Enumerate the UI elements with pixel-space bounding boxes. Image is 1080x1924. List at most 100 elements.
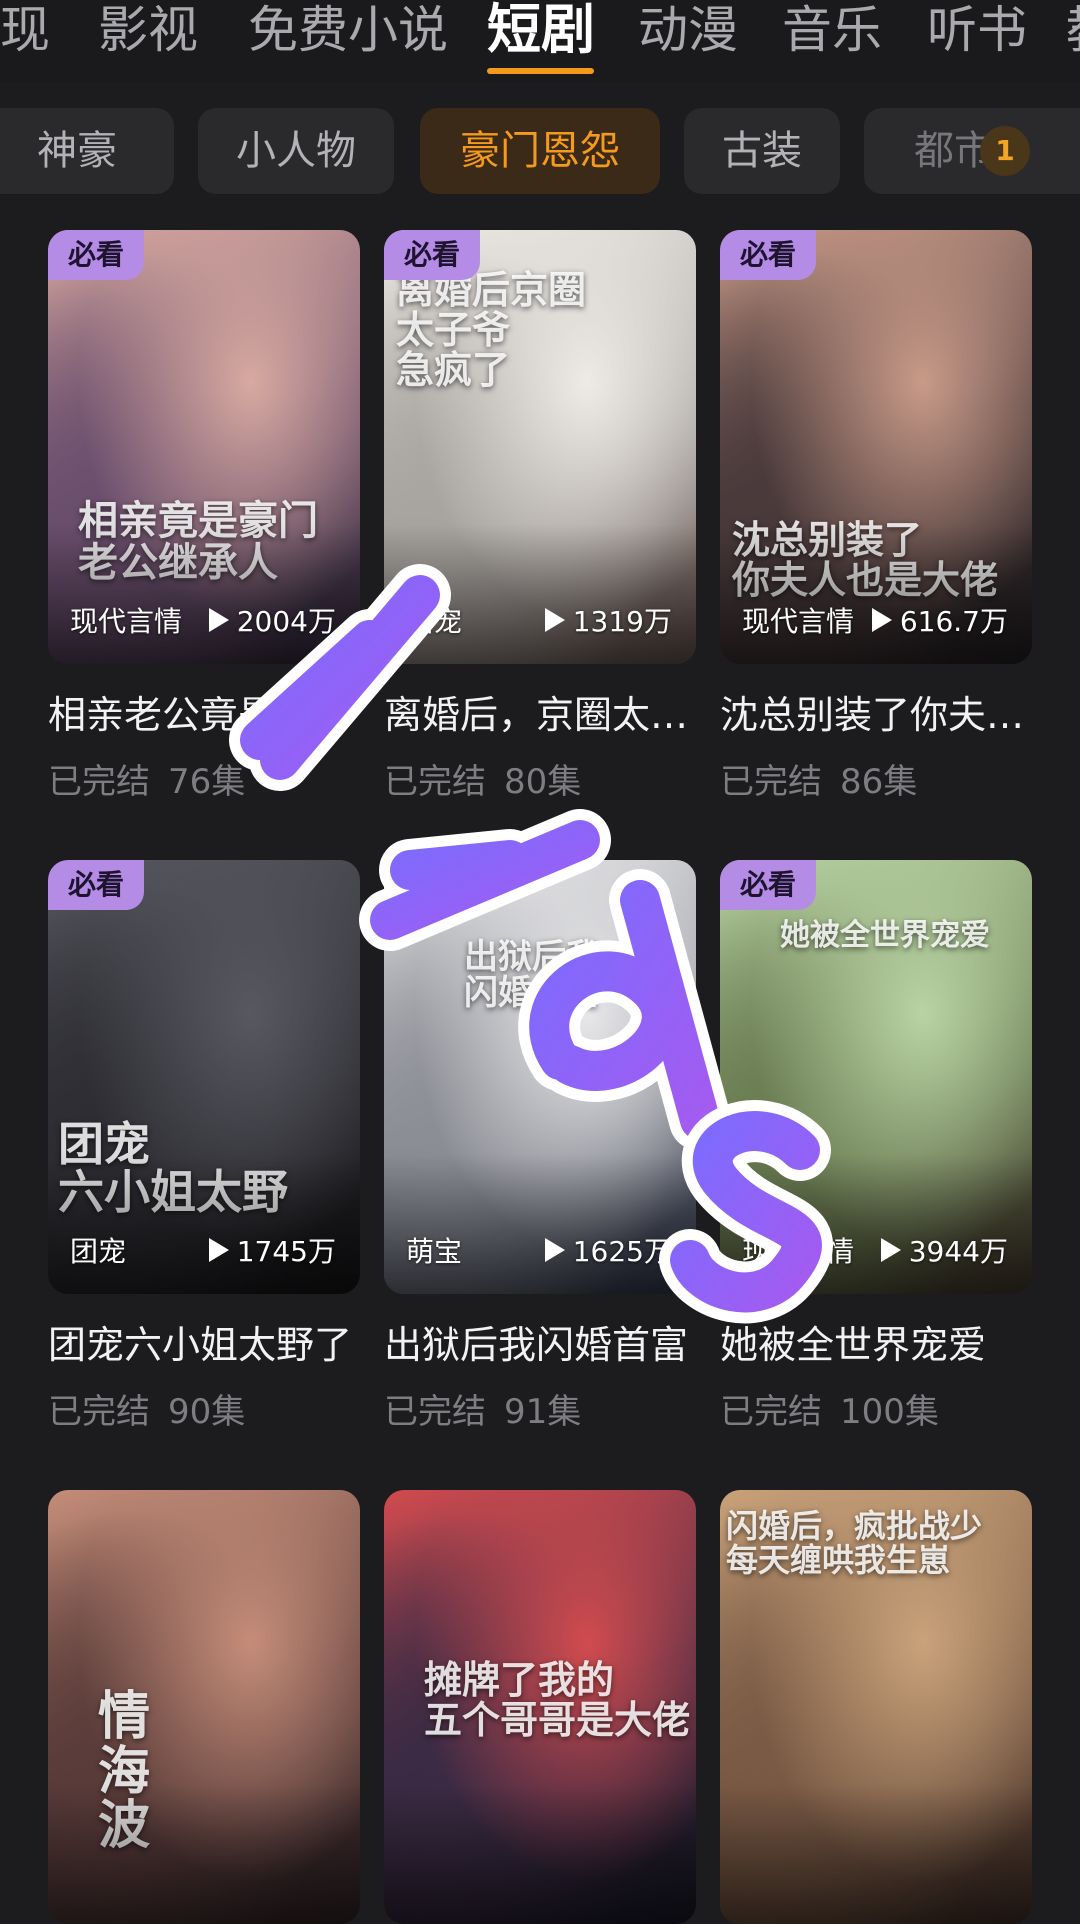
play-count-value: 1745万 [236, 1235, 336, 1268]
play-icon [208, 608, 229, 632]
drama-card[interactable]: 出狱后我 闪婚首富萌宝 1625万出狱后我闪婚首富已完结 91集 [384, 860, 696, 1433]
chip-costume[interactable]: 古装 [684, 108, 840, 194]
play-count-value: 1319万 [572, 605, 672, 638]
episode-count: 80集 [504, 762, 582, 802]
genre-label: 团宠 [70, 1235, 127, 1268]
play-count: 1625万 [544, 1230, 672, 1270]
drama-meta: 已完结 90集 [48, 1384, 360, 1433]
tab-short-drama[interactable]: 短剧 [487, 0, 595, 60]
poster-title-art: 她被全世界宠爱 [780, 918, 990, 953]
poster-gradient [48, 524, 360, 664]
active-tab-indicator [487, 68, 594, 74]
play-count-value: 616.7万 [899, 605, 1008, 638]
play-icon [544, 1238, 565, 1262]
drama-meta: 已完结 86集 [720, 754, 1032, 803]
poster-gradient [384, 1154, 696, 1294]
tab-audiobooks[interactable]: 听书 [927, 0, 1027, 60]
tab-anime[interactable]: 动漫 [638, 0, 738, 60]
drama-title[interactable]: 她被全世界宠爱 [720, 1320, 1032, 1370]
chip-tycoon[interactable]: 神豪 [0, 108, 174, 194]
must-watch-badge: 必看 [48, 230, 144, 280]
drama-card[interactable]: 沈总别装了 你夫人也是大佬必看现代言情616.7万沈总别装了你夫人也是大佬已完结… [720, 230, 1032, 803]
episode-count: 100集 [840, 1392, 939, 1432]
drama-title[interactable]: 相亲老公竟是豪门继承人 [48, 690, 360, 740]
episode-count: 86集 [840, 762, 918, 802]
completion-status: 已完结 [384, 762, 486, 802]
drama-card[interactable]: 摊牌了我的 五个哥哥是大佬 [384, 1490, 696, 1924]
drama-poster[interactable]: 情 海 波 [48, 1490, 360, 1924]
must-watch-badge: 必看 [720, 860, 816, 910]
top-tab-bar: 现 影视 免费小说 短剧 动漫 音乐 听书 教 [0, 0, 1080, 82]
drama-poster[interactable]: 相亲竟是豪门 老公继承人必看现代言情2004万 [48, 230, 360, 664]
drama-poster[interactable]: 离婚后京圈 太子爷 急疯了 必看甜宠 1319万 [384, 230, 696, 664]
drama-title[interactable]: 团宠六小姐太野了 [48, 1320, 360, 1370]
poster-gradient [384, 1784, 696, 1924]
play-count: 2004万 [208, 600, 336, 640]
poster-title-art: 闪婚后，疯批战少 每天缠哄我生崽 [726, 1507, 983, 1579]
chip-wealthy-family-feud[interactable]: 豪门恩怨 [420, 108, 660, 194]
genre-label: 甜宠 [406, 605, 463, 638]
tab-movies-tv[interactable]: 影视 [98, 0, 198, 60]
episode-count: 91集 [504, 1392, 582, 1432]
drama-poster[interactable]: 闪婚后，疯批战少 每天缠哄我生崽 [720, 1490, 1032, 1924]
tab-free-novels[interactable]: 免费小说 [248, 0, 448, 60]
drama-card[interactable]: 团宠 六小姐太野必看团宠1745万团宠六小姐太野了已完结90集 [48, 860, 360, 1433]
episode-count: 90集 [168, 1392, 246, 1432]
drama-card[interactable]: 她被全世界宠爱 必看 现代言情 3944万 她被全世界宠爱 已完结 100集 [720, 860, 1032, 1433]
play-count: 1745万 [208, 1230, 336, 1270]
genre-label: 现代言情 [70, 605, 183, 638]
drama-meta: 已完结 76集 [48, 754, 360, 803]
genre-label: 现代言情 [742, 605, 855, 638]
chip-ordinary-people[interactable]: 小人物 [198, 108, 394, 194]
drama-poster[interactable]: 沈总别装了 你夫人也是大佬必看现代言情616.7万 [720, 230, 1032, 664]
genre-label: 现代言情 [742, 1235, 855, 1268]
play-count-value: 2004万 [236, 605, 336, 638]
drama-meta: 已完结 80集 [384, 754, 696, 803]
poster-gradient [48, 1784, 360, 1924]
play-count: 3944万 [880, 1230, 1008, 1270]
must-watch-badge: 必看 [720, 230, 816, 280]
drama-card[interactable]: 离婚后京圈 太子爷 急疯了必看甜宠 1319万离婚后，京圈太子爷急疯了已完结 80集 [384, 230, 696, 803]
poster-gradient [720, 1154, 1032, 1294]
completion-status: 已完结 [48, 762, 150, 802]
drama-card[interactable]: 闪婚后，疯批战少 每天缠哄我生崽 [720, 1490, 1032, 1924]
poster-gradient [720, 1784, 1032, 1924]
poster-gradient [48, 1154, 360, 1294]
drama-poster[interactable]: 她被全世界宠爱 必看现代言情 3944万 [720, 860, 1032, 1294]
completion-status: 已完结 [720, 1392, 822, 1432]
poster-title-art: 摊牌了我的 五个哥哥是大佬 [424, 1657, 691, 1742]
play-count-value: 3944万 [908, 1235, 1008, 1268]
drama-meta: 已完结 91集 [384, 1384, 696, 1433]
drama-title[interactable]: 出狱后我闪婚首富 [384, 1320, 696, 1370]
drama-poster[interactable]: 摊牌了我的 五个哥哥是大佬 [384, 1490, 696, 1924]
tab-partial-left[interactable]: 现 [0, 0, 50, 60]
chip-urban[interactable]: 都市 [864, 108, 1080, 194]
must-watch-badge: 必看 [384, 230, 480, 280]
must-watch-badge: 必看 [48, 860, 144, 910]
episode-count: 76集 [168, 762, 246, 802]
drama-title[interactable]: 沈总别装了你夫人也是大佬 [720, 690, 1032, 740]
drama-poster[interactable]: 团宠 六小姐太野必看团宠1745万 [48, 860, 360, 1294]
drama-poster[interactable]: 出狱后我 闪婚首富萌宝 1625万 [384, 860, 696, 1294]
drama-card[interactable]: 情 海 波 [48, 1490, 360, 1924]
play-count-value: 1625万 [572, 1235, 672, 1268]
genre-label: 萌宝 [406, 1235, 463, 1268]
play-icon [544, 608, 565, 632]
play-icon [208, 1238, 229, 1262]
play-icon [880, 1238, 901, 1262]
poster-gradient [384, 524, 696, 664]
play-count: 1319万 [544, 600, 672, 640]
completion-status: 已完结 [384, 1392, 486, 1432]
completion-status: 已完结 [48, 1392, 150, 1432]
drama-card[interactable]: 相亲竟是豪门 老公继承人必看现代言情2004万相亲老公竟是豪门继承人已完结76集 [48, 230, 360, 803]
tab-partial-right[interactable]: 教 [1066, 0, 1080, 60]
tab-music[interactable]: 音乐 [782, 0, 882, 60]
poster-title-art: 出狱后我 闪婚首富 [464, 937, 600, 1013]
poster-gradient [720, 524, 1032, 664]
drama-title[interactable]: 离婚后，京圈太子爷急疯了 [384, 690, 696, 740]
notification-badge: 1 [980, 126, 1030, 176]
completion-status: 已完结 [720, 762, 822, 802]
play-count: 616.7万 [871, 600, 1008, 640]
poster-title-art: 离婚后京圈 太子爷 急疯了 [396, 267, 587, 392]
play-icon [871, 608, 892, 632]
